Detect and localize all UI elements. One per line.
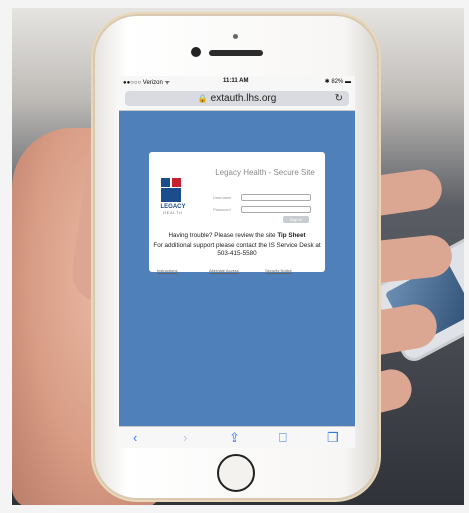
browser-header: 🔒 extauth.lhs.org ↻ <box>119 88 355 111</box>
sign-in-button[interactable]: Sign In <box>283 216 309 223</box>
forward-icon[interactable]: › <box>183 430 187 445</box>
password-label: Password <box>213 207 231 212</box>
tabs-icon[interactable]: ❐ <box>327 430 339 446</box>
support-text: For additional support please contact th… <box>153 242 321 257</box>
phone-screen: ●●○○○ Verizon ᯤ 11:11 AM ✱ 82% ▬ 🔒 extaut… <box>119 76 355 448</box>
footer-link-alternate-access[interactable]: Alternate Access <box>209 268 239 273</box>
footer-link-instructions[interactable]: Instructions <box>157 268 177 273</box>
footer-link-security-notice[interactable]: Security Notice <box>265 268 292 273</box>
address-bar[interactable]: 🔒 extauth.lhs.org ↻ <box>125 91 349 106</box>
browser-toolbar: ‹ › ⇪ ⎕ ❐ <box>119 426 355 448</box>
home-button[interactable] <box>217 454 255 492</box>
url-text: extauth.lhs.org <box>210 93 277 104</box>
username-field[interactable] <box>241 194 311 201</box>
back-icon[interactable]: ‹ <box>133 430 137 445</box>
tip-sheet-link[interactable]: Tip Sheet <box>277 232 305 239</box>
logo-wordmark: LEGACY <box>160 204 186 210</box>
status-time: 11:11 AM <box>223 78 249 84</box>
login-card: LEGACY HEALTH Legacy Health - Secure Sit… <box>149 152 325 273</box>
share-icon[interactable]: ⇪ <box>229 430 240 446</box>
legacy-health-logo: LEGACY HEALTH <box>157 178 187 218</box>
carrier-signal: ●●○○○ Verizon ᯤ <box>123 80 170 86</box>
reload-icon[interactable]: ↻ <box>335 91 343 106</box>
proximity-sensor <box>233 34 238 39</box>
front-camera <box>191 47 201 57</box>
username-label: Username <box>213 195 232 200</box>
battery-status: ✱ 82% ▬ <box>324 79 351 85</box>
logo-subtext: HEALTH <box>163 211 183 215</box>
earpiece-speaker <box>209 50 263 56</box>
help-prefix: Having trouble? Please review the site <box>168 232 278 239</box>
login-title: Legacy Health - Secure Site <box>215 168 315 177</box>
password-field[interactable] <box>241 206 311 213</box>
help-text: Having trouble? Please review the site T… <box>153 232 321 240</box>
bookmarks-icon[interactable]: ⎕ <box>279 430 287 446</box>
phone: ●●○○○ Verizon ᯤ 11:11 AM ✱ 82% ▬ 🔒 extaut… <box>93 14 379 500</box>
lock-icon: 🔒 <box>197 94 208 103</box>
status-bar: ●●○○○ Verizon ᯤ 11:11 AM ✱ 82% ▬ <box>119 76 355 88</box>
